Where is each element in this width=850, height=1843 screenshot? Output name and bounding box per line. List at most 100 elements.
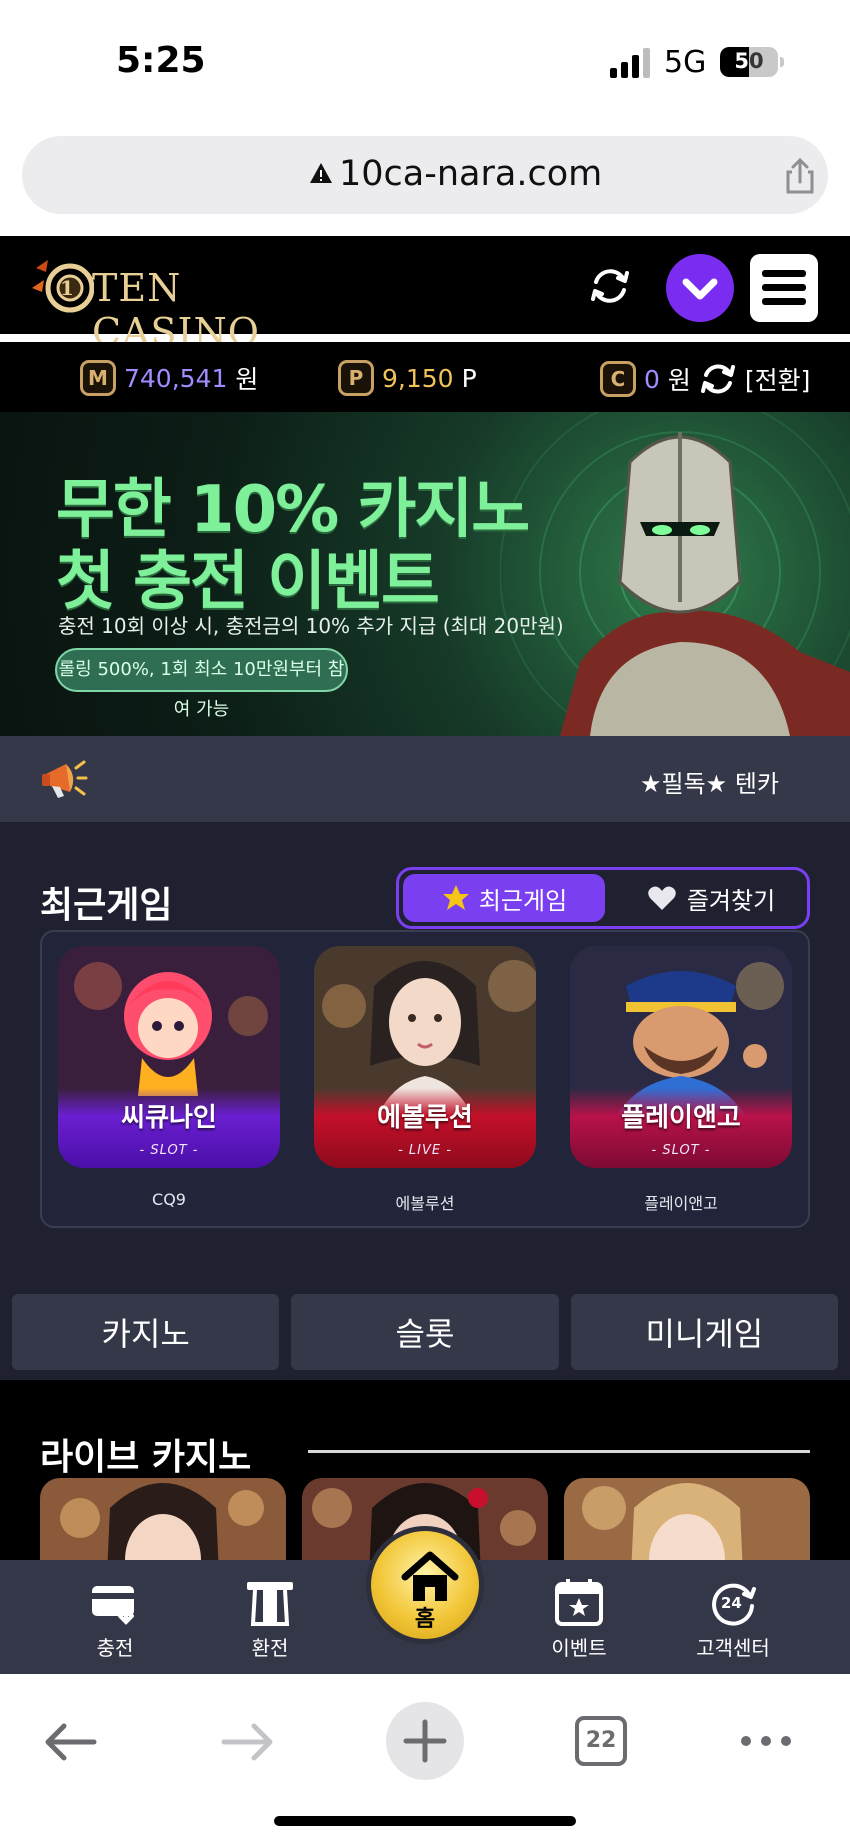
- logo-text: TEN CASINO: [92, 266, 260, 354]
- site-logo[interactable]: 1 TEN CASINO: [30, 252, 350, 354]
- section-divider: [308, 1450, 810, 1453]
- megaphone-icon: [42, 760, 88, 798]
- game-thumbnail[interactable]: 에볼루션 - LIVE -: [314, 946, 536, 1168]
- calendar-star-icon: [555, 1579, 603, 1626]
- nav-exchange-label: 환전: [251, 1636, 289, 1660]
- promo-banner[interactable]: 무한 10% 카지노 첫 충전 이벤트 충전 10회 이상 시, 충전금의 10…: [0, 412, 850, 736]
- svg-text:24: 24: [721, 1594, 742, 1612]
- recent-games-title: 최근게임: [40, 885, 173, 926]
- url-text[interactable]: 10ca-nara.com: [339, 154, 602, 194]
- nav-events-label: 이벤트: [551, 1636, 607, 1660]
- nav-support-label: 고객센터: [696, 1636, 770, 1660]
- dealer-thumbnail: [40, 1478, 286, 1560]
- menu-button[interactable]: [750, 254, 818, 322]
- recent-games-section: 최근게임 최근게임 즐겨찾기 씨큐나인 - SLOT - CQ9 에볼루션 - …: [0, 822, 850, 1380]
- nav-home-label: 홈: [414, 1607, 436, 1632]
- tab-recent-games[interactable]: 최근게임: [403, 874, 605, 922]
- live-dealer-card[interactable]: [564, 1478, 810, 1560]
- balance-bar: M 740,541 원 P 9,150 P C 0 원 [전환]: [0, 342, 850, 412]
- game-card-cq9[interactable]: 씨큐나인 - SLOT - CQ9: [58, 946, 280, 1216]
- tab-recent-label: 최근게임: [478, 886, 568, 915]
- card-icon: [92, 1586, 134, 1625]
- battery-nub: [780, 57, 784, 67]
- category-minigame[interactable]: 미니게임: [570, 1294, 838, 1370]
- plus-icon: [403, 1719, 447, 1763]
- swap-button[interactable]: [전환]: [745, 361, 811, 397]
- site-header: 1 TEN CASINO: [0, 236, 850, 354]
- banner-pill: 롤링 500%, 1회 최소 10만원부터 참여 가능: [55, 648, 348, 720]
- comp-unit: 원: [667, 366, 691, 395]
- battery-indicator: 50: [720, 47, 778, 77]
- swap-icon[interactable]: [699, 360, 737, 398]
- recent-games-list: 씨큐나인 - SLOT - CQ9 에볼루션 - LIVE - 에볼루션 플레이…: [40, 930, 810, 1228]
- svg-text:1: 1: [60, 276, 74, 300]
- share-icon[interactable]: [780, 156, 820, 196]
- battery-level: 50: [734, 49, 764, 73]
- support-24-icon: 24: [712, 1583, 756, 1626]
- knight-illustration: [500, 412, 850, 736]
- banner-title-line2: 첫 충전 이벤트: [56, 545, 440, 619]
- game-card-evolution[interactable]: 에볼루션 - LIVE - 에볼루션: [314, 946, 536, 1216]
- comp-badge: C: [600, 361, 636, 397]
- new-tab-button[interactable]: [386, 1702, 464, 1780]
- money-badge: M: [80, 360, 116, 396]
- point-balance: P 9,150 P: [338, 360, 477, 396]
- notice-bar[interactable]: ★필독★ 텐카: [0, 736, 850, 822]
- game-name: 플레이앤고: [621, 1103, 741, 1133]
- forward-arrow-icon[interactable]: [220, 1720, 276, 1764]
- game-kind: - SLOT -: [651, 1143, 711, 1158]
- refresh-icon[interactable]: [588, 264, 632, 308]
- nav-charge[interactable]: 충전: [60, 1578, 170, 1666]
- hamburger-menu-icon: [762, 270, 806, 305]
- status-time: 5:25: [116, 40, 206, 81]
- address-bar[interactable]: 10ca-nara.com: [22, 136, 828, 214]
- category-casino[interactable]: 카지노: [12, 1294, 280, 1370]
- game-kind: - LIVE -: [398, 1143, 452, 1158]
- status-bar: 5:25 5G 50: [0, 0, 850, 125]
- point-value: 9,150: [382, 363, 454, 393]
- tab-favorites-label: 즐겨찾기: [686, 886, 776, 915]
- atm-icon: [247, 1582, 293, 1626]
- home-indicator: [274, 1816, 576, 1826]
- point-badge: P: [338, 360, 374, 396]
- category-slot[interactable]: 슬롯: [291, 1294, 559, 1370]
- game-kind: - SLOT -: [139, 1143, 199, 1158]
- nav-events[interactable]: 이벤트: [524, 1578, 634, 1666]
- game-name: 에볼루션: [377, 1103, 473, 1133]
- recent-favorites-toggle: 최근게임 즐겨찾기: [396, 867, 810, 929]
- signal-icon: [610, 48, 650, 78]
- game-thumbnail[interactable]: 씨큐나인 - SLOT -: [58, 946, 280, 1168]
- nav-support[interactable]: 24 고객센터: [678, 1578, 788, 1666]
- dropdown-button[interactable]: [666, 254, 734, 322]
- chevron-down-icon: [682, 278, 718, 300]
- nav-home-button[interactable]: 홈: [366, 1526, 484, 1644]
- money-value: 740,541: [124, 363, 228, 393]
- comp-value: 0: [644, 364, 660, 394]
- game-caption: 플레이앤고: [644, 1194, 718, 1213]
- network-label: 5G: [664, 45, 707, 80]
- nav-exchange[interactable]: 환전: [215, 1578, 325, 1666]
- tab-favorites[interactable]: 즐겨찾기: [621, 874, 801, 922]
- game-caption: CQ9: [152, 1190, 186, 1209]
- tab-count-button[interactable]: 22: [575, 1716, 627, 1766]
- category-tabs: 카지노 슬롯 미니게임: [12, 1294, 838, 1370]
- back-arrow-icon[interactable]: [42, 1720, 98, 1764]
- browser-toolbar: 22: [0, 1674, 850, 1843]
- money-balance: M 740,541 원: [80, 360, 258, 396]
- game-name: 씨큐나인: [121, 1103, 217, 1133]
- dealer-thumbnail: [564, 1478, 810, 1560]
- warning-icon: [310, 163, 332, 183]
- banner-subtitle: 충전 10회 이상 시, 충전금의 10% 추가 지급 (최대 20만원): [58, 614, 564, 638]
- comp-balance: C 0 원 [전환]: [600, 360, 810, 398]
- live-dealer-card[interactable]: [40, 1478, 286, 1560]
- nav-charge-label: 충전: [96, 1636, 134, 1660]
- game-thumbnail[interactable]: 플레이앤고 - SLOT -: [570, 946, 792, 1168]
- phone-screen: 5:25 5G 50 10ca-nara.com 1 TEN CASINO M …: [0, 0, 850, 1843]
- live-casino-title: 라이브 카지노: [40, 1437, 252, 1478]
- notice-text: ★필독★ 텐카: [640, 770, 779, 798]
- more-icon[interactable]: [738, 1730, 794, 1752]
- game-card-playngo[interactable]: 플레이앤고 - SLOT - 플레이앤고: [570, 946, 792, 1216]
- heart-icon: [648, 886, 676, 910]
- star-icon: [442, 885, 469, 910]
- logo-emblem-icon: 1: [32, 260, 94, 313]
